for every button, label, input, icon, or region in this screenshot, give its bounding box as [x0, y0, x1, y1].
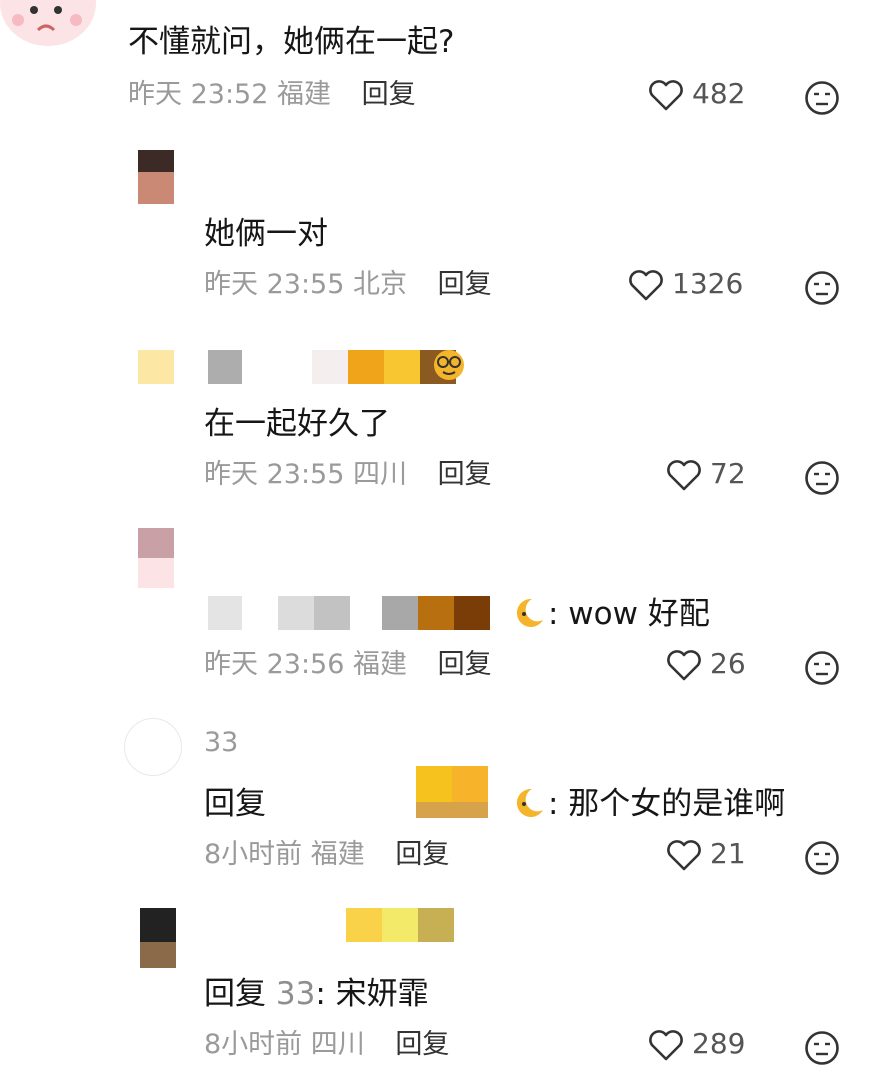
comment-reply-prefix: 回复 [204, 786, 266, 822]
comment-time: 昨天 23:55 [204, 269, 345, 300]
comment-time: 昨天 23:55 [204, 459, 345, 490]
avatar[interactable] [0, 0, 96, 46]
comment-reply-prefix: 回复 [204, 976, 266, 1012]
avatar[interactable] [138, 528, 174, 588]
reply-button[interactable]: 回复 [395, 1029, 449, 1060]
comment-meta: 昨天 23:55 北京 回复 [204, 268, 492, 302]
avatar[interactable] [136, 908, 180, 968]
dislike-face-icon [805, 81, 839, 115]
comment-time: 8小时前 [204, 839, 303, 870]
moon-emoji-icon [516, 598, 543, 627]
heart-icon [649, 1030, 683, 1061]
reply-to-username[interactable]: 33 [276, 976, 315, 1012]
heart-icon [649, 80, 683, 111]
moon-emoji-icon [516, 788, 543, 817]
comment-3: 在一起好久了 昨天 23:55 四川 回复 72 [0, 330, 871, 510]
heart-icon [667, 460, 701, 491]
reply-button[interactable]: 回复 [438, 649, 492, 680]
username-redacted [346, 904, 466, 944]
reply-button[interactable]: 回复 [438, 269, 492, 300]
like-button[interactable]: 482 [648, 76, 778, 116]
comment-text: 回复 33: 宋妍霏 [204, 974, 429, 1014]
comment-location: 四川 [353, 459, 407, 490]
dislike-button[interactable] [804, 840, 840, 876]
dislike-button[interactable] [804, 1030, 840, 1066]
like-button[interactable]: 72 [666, 456, 796, 496]
reply-button[interactable]: 回复 [395, 839, 449, 870]
like-button[interactable]: 21 [666, 836, 796, 876]
comment-location: 四川 [310, 1029, 365, 1060]
glasses-emoji-icon [434, 350, 464, 380]
comment-meta: 昨天 23:56 福建 回复 [204, 648, 492, 682]
comment-4: : wow 好配 昨天 23:56 福建 回复 26 [0, 520, 871, 700]
comment-text: : 那个女的是谁啊 [548, 786, 786, 822]
comment-location: 北京 [353, 269, 407, 300]
username-redacted [416, 766, 496, 818]
dislike-face-icon [805, 461, 839, 495]
like-count: 72 [710, 457, 746, 490]
heart-icon [629, 270, 663, 301]
comment-location: 福建 [277, 79, 331, 110]
reply-button[interactable]: 回复 [362, 79, 416, 110]
dislike-button[interactable] [804, 650, 840, 686]
dislike-face-icon [805, 271, 839, 305]
comment-text: 她俩一对 [204, 216, 328, 252]
like-button[interactable]: 1326 [628, 266, 758, 306]
username[interactable]: 33 [204, 726, 238, 760]
dislike-button[interactable] [804, 80, 840, 116]
comment-1: 不懂就问，她俩在一起? 昨天 23:52 福建 回复 482 [0, 0, 871, 130]
like-count: 482 [692, 77, 746, 110]
comment-meta: 8小时前 福建 回复 [204, 838, 449, 872]
dislike-face-icon [805, 651, 839, 685]
heart-icon [667, 650, 701, 681]
comment-location: 福建 [353, 649, 407, 680]
dislike-face-icon [805, 841, 839, 875]
like-count: 1326 [672, 267, 744, 300]
reply-button[interactable]: 回复 [438, 459, 492, 490]
like-count: 21 [710, 837, 746, 870]
avatar[interactable] [138, 350, 174, 384]
comment-meta: 昨天 23:52 福建 回复 [128, 78, 416, 112]
dislike-button[interactable] [804, 270, 840, 306]
username-redacted [208, 592, 508, 632]
comment-text: 不懂就问，她俩在一起? [128, 24, 455, 60]
comment-5: 33 回复 : 那个女的是谁啊 8小时前 福建 回复 21 [0, 710, 871, 890]
avatar[interactable] [138, 150, 174, 204]
like-button[interactable]: 26 [666, 646, 796, 686]
comment-2: 她俩一对 昨天 23:55 北京 回复 1326 [0, 140, 871, 320]
comment-body: : 宋妍霏 [315, 976, 429, 1012]
dislike-face-icon [805, 1031, 839, 1065]
avatar[interactable] [124, 718, 182, 776]
comment-6: 回复 33: 宋妍霏 8小时前 四川 回复 289 [0, 900, 871, 1080]
heart-icon [667, 840, 701, 871]
comment-time: 昨天 23:56 [204, 649, 345, 680]
comment-meta: 8小时前 四川 回复 [204, 1028, 449, 1062]
like-count: 289 [692, 1027, 746, 1060]
comment-text: 在一起好久了 [204, 406, 390, 442]
comment-location: 福建 [310, 839, 365, 870]
like-count: 26 [710, 647, 746, 680]
avatar-face-icon [12, 6, 82, 32]
comment-time: 昨天 23:52 [128, 79, 269, 110]
comment-meta: 昨天 23:55 四川 回复 [204, 458, 492, 492]
comment-time: 8小时前 [204, 1029, 303, 1060]
dislike-button[interactable] [804, 460, 840, 496]
like-button[interactable]: 289 [648, 1026, 778, 1066]
comment-text: : wow 好配 [548, 596, 710, 632]
